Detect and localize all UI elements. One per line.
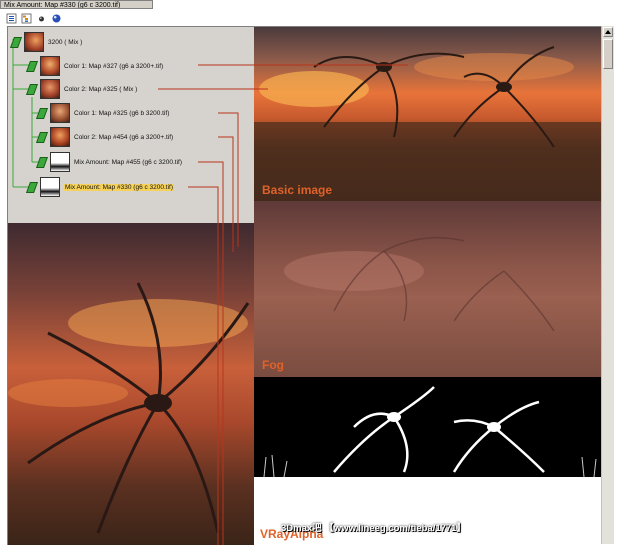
window-title-bar: Mix Amount: Map #330 (g6 c 3200.tif) <box>0 0 153 9</box>
material-map-viewport: 3200 ( Mix ) Color 1: Map #327 (g6 a 320… <box>7 26 602 545</box>
watermark-text: 3Dmax吧 【www.lineeg.com/tieba/1771】 <box>281 523 466 534</box>
chevron-up-icon <box>605 30 611 34</box>
render-sphere-icon[interactable] <box>51 13 62 24</box>
toolbar <box>6 11 62 25</box>
vertical-scrollbar[interactable] <box>601 26 614 544</box>
scrollbar-thumb[interactable] <box>603 39 613 69</box>
tree-view-icon[interactable] <box>21 13 32 24</box>
node-connector-lines <box>158 64 408 545</box>
list-view-icon[interactable] <box>6 13 17 24</box>
window-title: Mix Amount: Map #330 (g6 c 3200.tif) <box>4 2 121 9</box>
small-sphere-icon[interactable] <box>36 13 47 24</box>
scroll-up-button[interactable] <box>603 27 613 37</box>
